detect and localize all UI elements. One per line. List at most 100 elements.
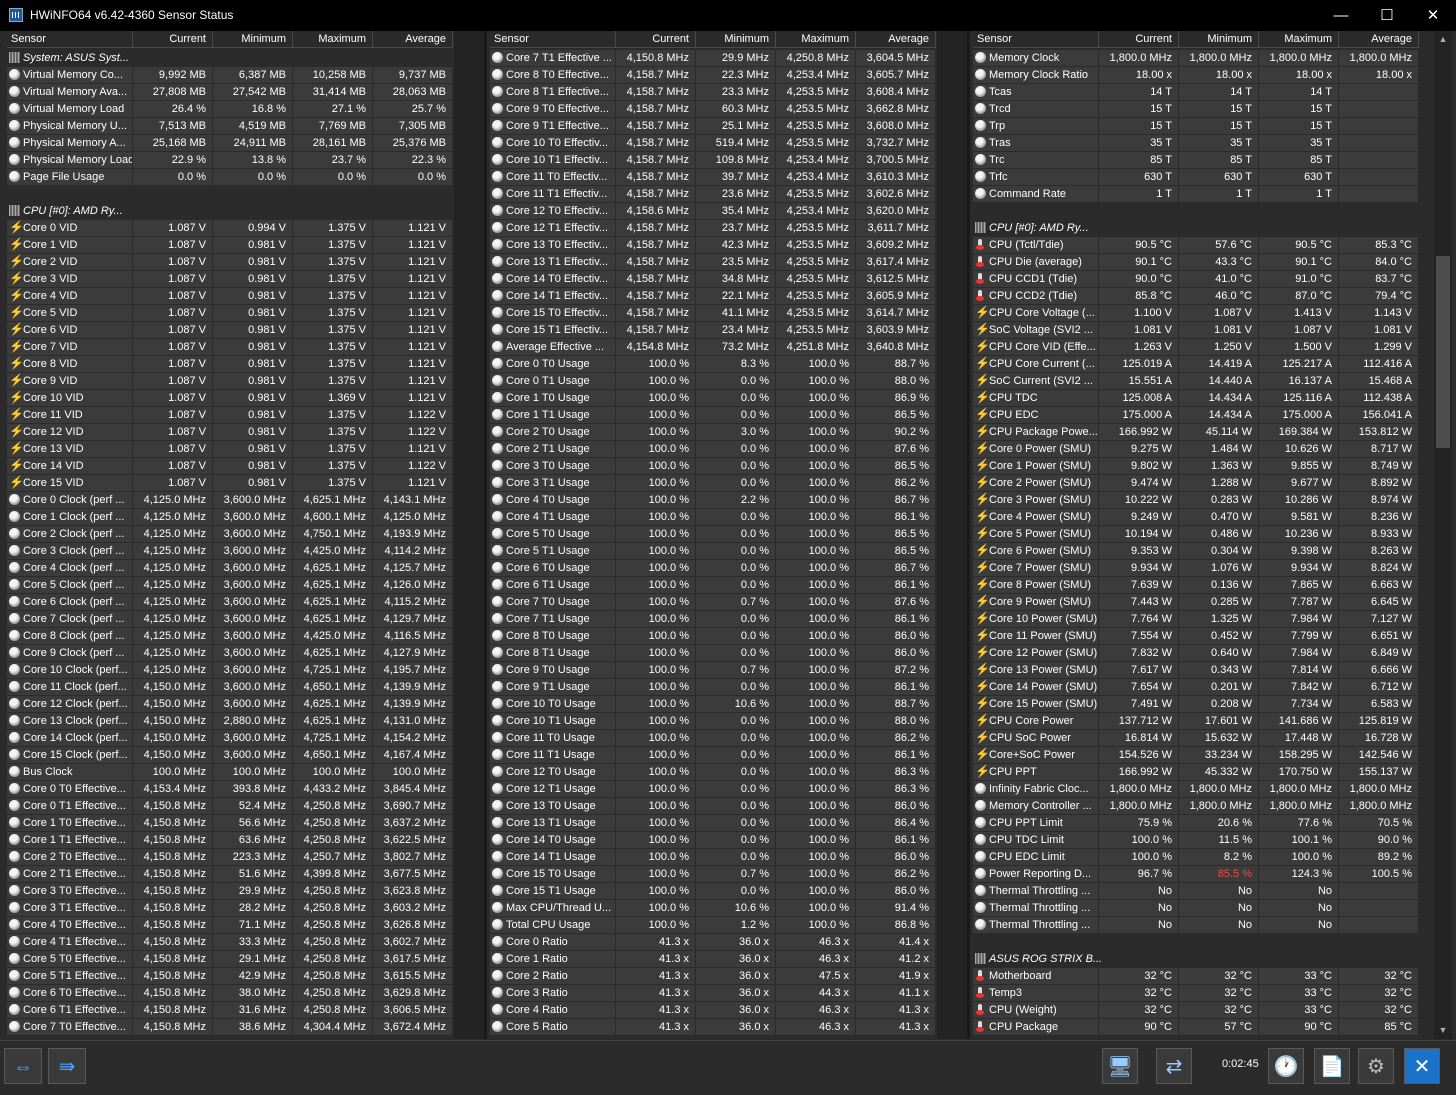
sensor-row[interactable]: Core 8 Power (SMU) 7.639 W0.136 W7.865 W6…: [973, 577, 1419, 594]
sensor-row[interactable]: CPU SoC Power 16.814 W15.632 W17.448 W16.…: [973, 730, 1419, 747]
sensor-row[interactable]: Infinity Fabric Cloc... 1,800.0 MHz 1,800.…: [973, 781, 1419, 798]
sensor-row[interactable]: Max CPU/Thread U... 100.0 % 10.6 % 100.0 % 9…: [490, 900, 936, 917]
sensor-row[interactable]: Core 2 T0 Effective... 4,150.8 MHz 223.3 M…: [7, 849, 453, 866]
sensor-row[interactable]: Core 3 T1 Effective... 4,150.8 MHz 28.2 MH…: [7, 900, 453, 917]
sensor-row[interactable]: Core 13 T1 Effectiv... 4,158.7 MHz 23.5 MH…: [490, 254, 936, 271]
sensor-row[interactable]: Core 14 T0 Usage 100.0 % 0.0 % 100.0 % 86.1 …: [490, 832, 936, 849]
sensor-row[interactable]: CPU (Tctl/Tdie) 90.5 °C 57.6 °C 90.5 °C 85.3…: [973, 237, 1419, 254]
sensor-row[interactable]: Core 0 Ratio 41.3 x 36.0 x 46.3 x 41.4 x: [490, 934, 936, 951]
column-header-maximum[interactable]: Maximum: [776, 31, 856, 48]
sensor-row[interactable]: CPU Die (average) 90.1 °C 43.3 °C 90.1 °C 84…: [973, 254, 1419, 271]
sensor-row[interactable]: CPU TDC Limit 100.0 % 11.5 % 100.1 % 90.0 %: [973, 832, 1419, 849]
sensor-row[interactable]: CPU Package Powe...166.992 W45.114 W169.…: [973, 424, 1419, 441]
sensor-row[interactable]: Core 5 T0 Effective... 4,150.8 MHz 29.1 MH…: [7, 951, 453, 968]
sensor-row[interactable]: Command Rate 1 T1 T1 T: [973, 186, 1419, 203]
sensor-row[interactable]: Core 15 Clock (perf... 4,150.0 MHz 3,600.0…: [7, 747, 453, 764]
sensor-row[interactable]: CPU EDC Limit 100.0 % 8.2 % 100.0 % 89.2 %: [973, 849, 1419, 866]
sensor-row[interactable]: Core 6 T1 Usage 100.0 % 0.0 % 100.0 % 86.1 %: [490, 577, 936, 594]
sensor-row[interactable]: Core 9 Clock (perf ... 4,125.0 MHz 3,600.0…: [7, 645, 453, 662]
sensor-row[interactable]: Trcd 15 T 15 T 15 T: [973, 101, 1419, 118]
sensor-row[interactable]: Core 7 Power (SMU)9.934 W1.076 W9.934 W8…: [973, 560, 1419, 577]
column-header-minimum[interactable]: Minimum: [696, 31, 776, 48]
sensor-row[interactable]: Core 9 T1 Effective... 4,158.7 MHz 25.1 MH…: [490, 118, 936, 135]
sensor-row[interactable]: Virtual Memory Co... 9,992 MB 6,387 MB 10,2…: [7, 67, 453, 84]
sensor-row[interactable]: Core 1 VID 1.087 V0.981 V1.375 V1.121 V: [7, 237, 453, 254]
sensor-row[interactable]: Core 13 Clock (perf... 4,150.0 MHz 2,880.0…: [7, 713, 453, 730]
sensor-row[interactable]: CPU TDC 125.008 A14.434 A125.116 A112.438…: [973, 390, 1419, 407]
sensor-row[interactable]: Core 11 VID 1.087 V0.981 V1.375 V1.122 V: [7, 407, 453, 424]
sensor-row[interactable]: Physical Memory A... 25,168 MB 24,911 MB 28…: [7, 135, 453, 152]
sensor-row[interactable]: Core 9 Power (SMU) 7.443 W0.285 W7.787 W6…: [973, 594, 1419, 611]
sensor-row[interactable]: Core 5 T1 Effective... 4,150.8 MHz 42.9 MH…: [7, 968, 453, 985]
sensor-row[interactable]: Core 13 T0 Usage 100.0 % 0.0 % 100.0 % 86.0 …: [490, 798, 936, 815]
sensor-row[interactable]: Power Reporting D... 96.7 % 85.5 % 124.3 % 1…: [973, 866, 1419, 883]
sensor-row[interactable]: Tcas 14 T 14 T 14 T: [973, 84, 1419, 101]
sensor-row[interactable]: Core 9 T1 Usage 100.0 % 0.0 % 100.0 % 86.1 %: [490, 679, 936, 696]
sensor-row[interactable]: Memory Controller ... 1,800.0 MHz 1,800.0 …: [973, 798, 1419, 815]
maximize-button[interactable]: ☐: [1364, 0, 1410, 31]
sensor-row[interactable]: Core 3 VID 1.087 V0.981 V1.375 V1.121 V: [7, 271, 453, 288]
sensor-row[interactable]: Core 14 Clock (perf... 4,150.0 MHz 3,600.0…: [7, 730, 453, 747]
sensor-row[interactable]: CPU Core Voltage (... 1.100 V1.087 V1.413…: [973, 305, 1419, 322]
collapse-expand-icon[interactable]: ⇛: [48, 1048, 86, 1084]
sensor-row[interactable]: Bus Clock 100.0 MHz 100.0 MHz 100.0 MHz 100.…: [7, 764, 453, 781]
network-icon[interactable]: ⇄: [1156, 1048, 1192, 1084]
sensor-row[interactable]: Core 4 T0 Usage 100.0 % 2.2 % 100.0 % 86.7 %: [490, 492, 936, 509]
sensor-row[interactable]: Core 11 T0 Effectiv... 4,158.7 MHz 39.7 MH…: [490, 169, 936, 186]
sensor-row[interactable]: Core 3 Clock (perf ... 4,125.0 MHz 3,600.0…: [7, 543, 453, 560]
sensor-row[interactable]: Core 7 T1 Usage 100.0 % 0.0 % 100.0 % 86.1 %: [490, 611, 936, 628]
sensor-row[interactable]: Core 11 Power (SMU)7.554 W0.452 W7.799 W…: [973, 628, 1419, 645]
sensor-row[interactable]: Physical Memory U... 7,513 MB 4,519 MB 7,76…: [7, 118, 453, 135]
sensor-row[interactable]: Core 7 T1 Effective ... 4,150.8 MHz 29.9 M…: [490, 50, 936, 67]
sensor-row[interactable]: Core 1 T1 Usage 100.0 % 0.0 % 100.0 % 86.5 %: [490, 407, 936, 424]
sensor-row[interactable]: Core 15 T0 Usage 100.0 % 0.7 % 100.0 % 86.2 …: [490, 866, 936, 883]
sensor-row[interactable]: Core 3 T1 Usage 100.0 % 0.0 % 100.0 % 86.2 %: [490, 475, 936, 492]
close-button[interactable]: ✕: [1410, 0, 1456, 31]
minimize-button[interactable]: —: [1318, 0, 1364, 31]
sensor-row[interactable]: Core 8 Clock (perf ... 4,125.0 MHz 3,600.0…: [7, 628, 453, 645]
sensor-row[interactable]: Core 11 T1 Usage 100.0 % 0.0 % 100.0 % 86.1 …: [490, 747, 936, 764]
sensor-group-header[interactable]: CPU [#0]: AMD Ry...: [973, 220, 1419, 237]
column-header-sensor[interactable]: Sensor: [490, 31, 616, 48]
sensor-row[interactable]: Core 3 T0 Usage 100.0 % 0.0 % 100.0 % 86.5 %: [490, 458, 936, 475]
sensor-row[interactable]: Core 12 T1 Usage 100.0 % 0.0 % 100.0 % 86.3 …: [490, 781, 936, 798]
sensor-row[interactable]: Core 7 Clock (perf ... 4,125.0 MHz 3,600.0…: [7, 611, 453, 628]
panel-divider[interactable]: [484, 31, 487, 1039]
sensor-row[interactable]: Core 13 VID 1.087 V0.981 V1.375 V1.121 V: [7, 441, 453, 458]
sensor-row[interactable]: Core 1 Clock (perf ... 4,125.0 MHz 3,600.0…: [7, 509, 453, 526]
sensor-row[interactable]: Core 2 T1 Usage 100.0 % 0.0 % 100.0 % 87.6 %: [490, 441, 936, 458]
sensor-row[interactable]: Core 0 T1 Effective... 4,150.8 MHz 52.4 MH…: [7, 798, 453, 815]
sensor-row[interactable]: Core 7 VID 1.087 V0.981 V1.375 V1.121 V: [7, 339, 453, 356]
sensor-row[interactable]: Core 10 T1 Effectiv... 4,158.7 MHz 109.8 M…: [490, 152, 936, 169]
clock-icon[interactable]: 🕐: [1268, 1048, 1304, 1084]
sensor-row[interactable]: Core 4 T0 Effective... 4,150.8 MHz 71.1 MH…: [7, 917, 453, 934]
sensor-row[interactable]: CPU Core Power 137.712 W17.601 W141.686 W…: [973, 713, 1419, 730]
column-header-average[interactable]: Average: [1339, 31, 1419, 48]
sensor-row[interactable]: Core 0 T1 Usage 100.0 % 0.0 % 100.0 % 88.0 %: [490, 373, 936, 390]
log-file-icon[interactable]: 📄: [1314, 1048, 1350, 1084]
sensor-row[interactable]: Core 9 T0 Effective... 4,158.7 MHz 60.3 MH…: [490, 101, 936, 118]
sensor-row[interactable]: Virtual Memory Load 26.4 % 16.8 % 27.1 % 25.…: [7, 101, 453, 118]
sensor-row[interactable]: Core 7 T0 Effective... 4,150.8 MHz 38.6 MH…: [7, 1019, 453, 1036]
sensor-group-header[interactable]: CPU [#0]: AMD Ry...: [7, 203, 453, 220]
sensor-row[interactable]: Core 14 T0 Effectiv... 4,158.7 MHz 34.8 MH…: [490, 271, 936, 288]
sensor-row[interactable]: Core 0 Clock (perf ... 4,125.0 MHz 3,600.0…: [7, 492, 453, 509]
sensor-row[interactable]: Core 4 Power (SMU) 9.249 W0.470 W9.581 W8…: [973, 509, 1419, 526]
sensor-row[interactable]: Motherboard 32 °C 32 °C 33 °C 32 °C: [973, 968, 1419, 985]
navigate-back-forward-icon[interactable]: ⇔: [4, 1048, 42, 1084]
sensor-row[interactable]: Core 11 T0 Usage 100.0 % 0.0 % 100.0 % 86.2 …: [490, 730, 936, 747]
column-header-current[interactable]: Current: [133, 31, 213, 48]
column-header-average[interactable]: Average: [373, 31, 453, 48]
sensor-row[interactable]: Core 4 Ratio 41.3 x 36.0 x 46.3 x 41.3 x: [490, 1002, 936, 1019]
sensor-row[interactable]: Core 5 T0 Usage 100.0 % 0.0 % 100.0 % 86.5 %: [490, 526, 936, 543]
sensor-row[interactable]: Core 2 T0 Usage 100.0 % 3.0 % 100.0 % 90.2 %: [490, 424, 936, 441]
sensor-row[interactable]: CPU PPT Limit 75.9 % 20.6 % 77.6 % 70.5 %: [973, 815, 1419, 832]
column-header-sensor[interactable]: Sensor: [7, 31, 133, 48]
sensor-row[interactable]: Memory Clock 1,800.0 MHz 1,800.0 MHz 1,800.…: [973, 50, 1419, 67]
sensor-row[interactable]: Core 0 T0 Effective... 4,153.4 MHz 393.8 M…: [7, 781, 453, 798]
sensor-row[interactable]: Core 6 Clock (perf ... 4,125.0 MHz 3,600.0…: [7, 594, 453, 611]
sensor-row[interactable]: Core 6 VID 1.087 V0.981 V1.375 V1.121 V: [7, 322, 453, 339]
sensor-row[interactable]: CPU Core Current (... 125.019 A14.419 A12…: [973, 356, 1419, 373]
sensor-row[interactable]: Core 10 Power (SMU)7.764 W1.325 W7.984 W…: [973, 611, 1419, 628]
sensor-row[interactable]: Core 0 VID 1.087 V0.994 V1.375 V1.121 V: [7, 220, 453, 237]
